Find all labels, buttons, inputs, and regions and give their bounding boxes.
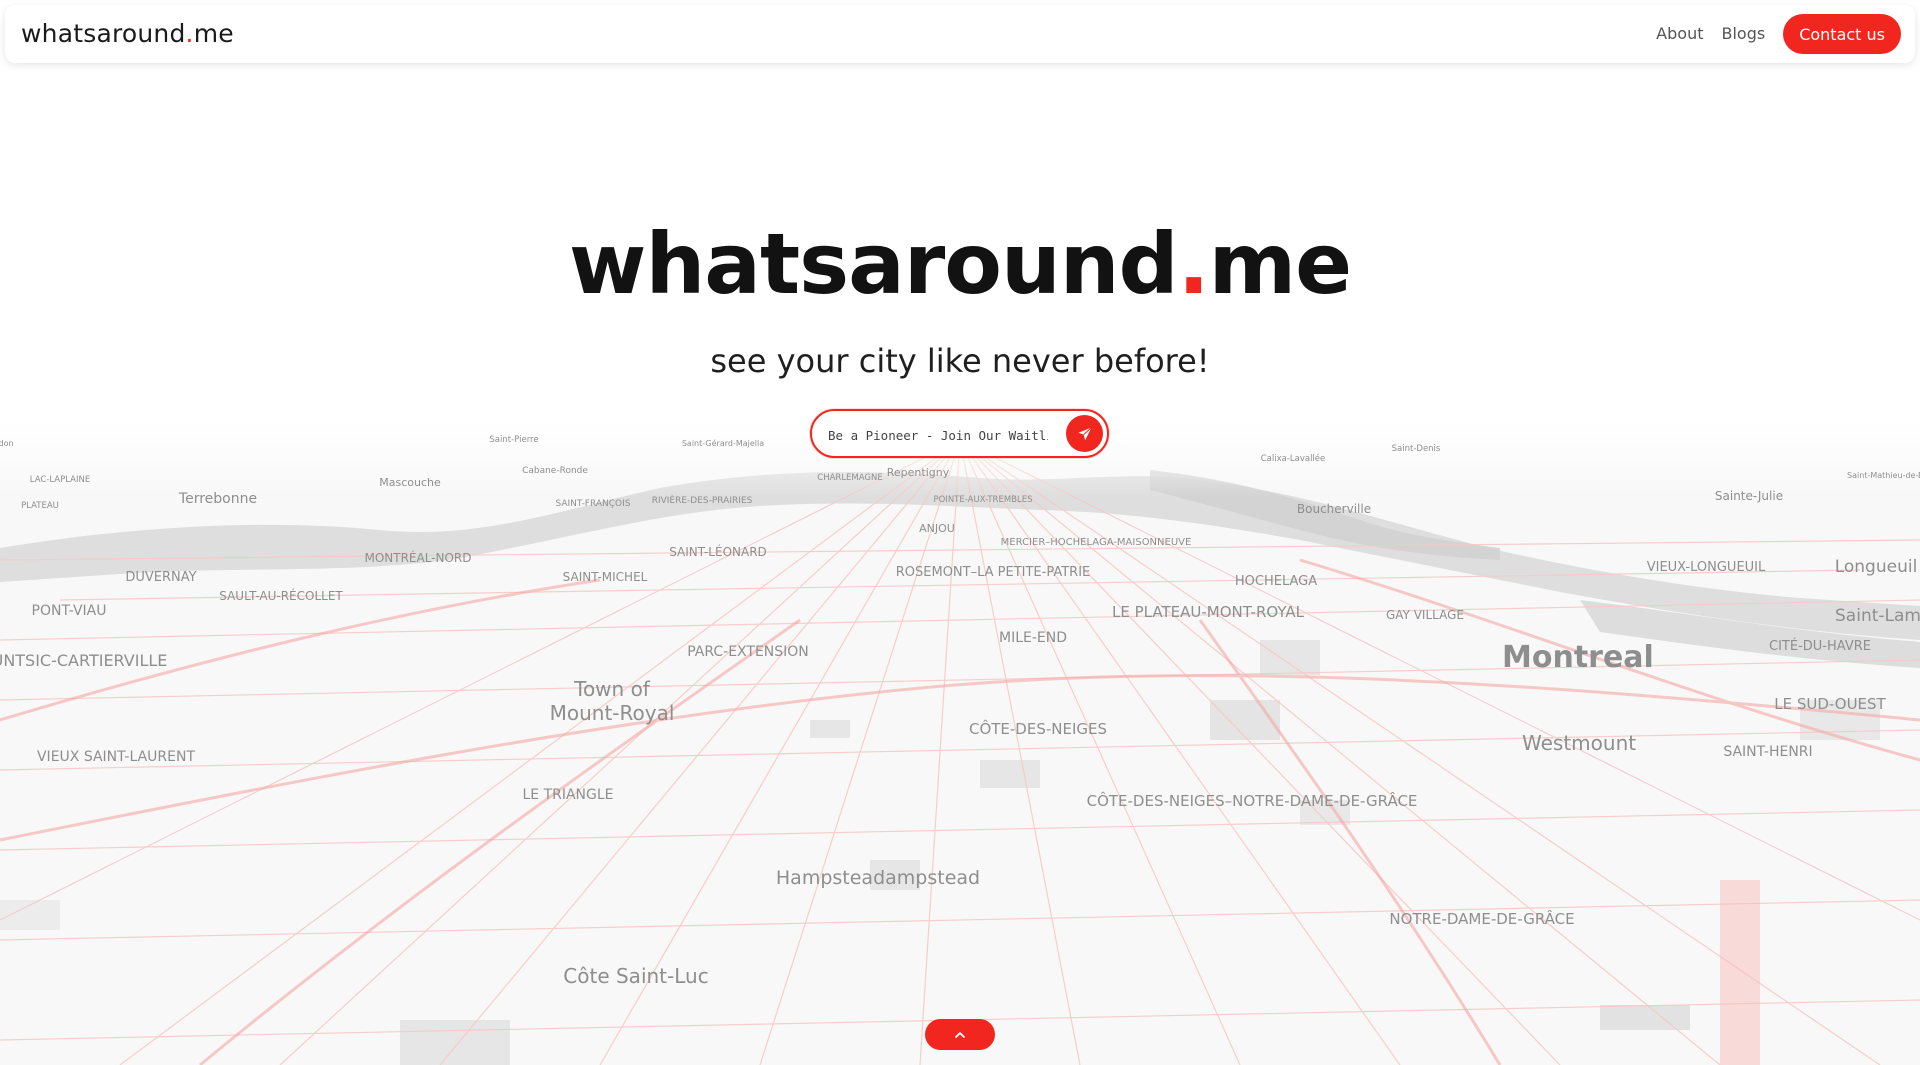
map-label-hochelaga: HOCHELAGA: [1235, 574, 1317, 589]
map-label-parc-extension: PARC-EXTENSION: [687, 644, 809, 660]
brand-tld: me: [193, 19, 234, 48]
hero-title-name: whatsaround: [568, 215, 1179, 313]
map-label-sault-au-recollet: SAULT-AU-RÉCOLLET: [219, 588, 343, 603]
send-icon: [1078, 426, 1092, 440]
city-map-background: Montreal Westmount Town of Mount-Royal C…: [0, 420, 1920, 1065]
map-label-saint-lambert: Saint-Lam: [1835, 606, 1920, 626]
map-label-longueuil: Longueuil: [1835, 557, 1918, 577]
map-label-mascouche: Mascouche: [379, 476, 441, 489]
map-label-cite-du-havre: CITÉ-DU-HAVRE: [1769, 638, 1871, 654]
city-map: Montreal Westmount Town of Mount-Royal C…: [0, 420, 1920, 1065]
top-navbar: whatsaround.me About Blogs Contact us: [5, 5, 1915, 63]
map-label-pointe-aux-trembles: POINTE-AUX-TREMBLES: [934, 495, 1033, 505]
map-label-town-of: Town of: [573, 677, 651, 701]
map-label-boucherville: Boucherville: [1297, 502, 1371, 516]
map-label-le-triangle: LE TRIANGLE: [522, 787, 613, 803]
map-label-anjou: ANJOU: [919, 522, 955, 535]
map-label-hampstead: Hampsteadampstead: [776, 867, 980, 889]
map-label-saint-mathieu: Saint-Mathieu-de-Beloeil: [1847, 471, 1920, 480]
map-label-saint-michel: SAINT-MICHEL: [563, 570, 648, 584]
map-label-pont-viau: PONT-VIAU: [32, 603, 107, 619]
map-label-lac-laplaine: LAC-LAPLAINE: [30, 475, 90, 485]
waitlist-email-input[interactable]: [826, 419, 1050, 451]
nav-about-link[interactable]: About: [1656, 14, 1703, 54]
nav-links: About Blogs Contact us: [1656, 14, 1901, 54]
brand-dot: .: [185, 19, 194, 48]
map-label-repentigny: Repentigny: [887, 466, 950, 479]
map-label-calixa-lavallee: Calixa-Lavallée: [1261, 453, 1326, 464]
map-label-notre-dame-de-grace: NOTRE-DAME-DE-GRÂCE: [1389, 909, 1574, 928]
map-label-montreal-nord: MONTRÉAL-NORD: [364, 550, 471, 565]
waitlist-submit-button[interactable]: [1066, 415, 1103, 452]
map-label-mile-end: MILE-END: [999, 630, 1067, 646]
scroll-toggle-button[interactable]: [925, 1019, 995, 1050]
map-label-saint-francois: SAINT-FRANÇOIS: [555, 499, 630, 509]
map-label-cdn-ndg: CÔTE-DES-NEIGES–NOTRE-DAME-DE-GRÂCE: [1087, 791, 1418, 810]
map-label-sainte-julie: Sainte-Julie: [1715, 489, 1783, 503]
hero-title-tld: me: [1208, 215, 1352, 313]
map-label-rosemont: ROSEMONT–LA PETITE-PATRIE: [896, 565, 1091, 580]
map-label-westmount: Westmount: [1522, 731, 1636, 755]
map-label-riviere-des-prairies: RIVIÈRE-DES-PRAIRIES: [652, 494, 753, 506]
hero-title: whatsaround.me: [0, 222, 1920, 306]
map-label-duvernay: DUVERNAY: [125, 570, 196, 585]
map-label-cabane-ronde: Cabane-Ronde: [522, 466, 588, 476]
map-label-montreal: Montreal: [1502, 640, 1654, 675]
map-label-don: don: [0, 439, 14, 448]
map-label-ahuntsic: AHUNTSIC-CARTIERVILLE: [0, 651, 167, 670]
map-label-mercier: MERCIER–HOCHELAGA-MAISONNEUVE: [1001, 537, 1192, 548]
map-label-saint-pierre: Saint-Pierre: [489, 435, 538, 445]
map-label-plateau: PLATEAU: [21, 501, 59, 511]
map-label-le-sud-ouest: LE SUD-OUEST: [1774, 695, 1886, 713]
map-label-cote-saint-luc: Côte Saint-Luc: [563, 964, 708, 988]
map-label-vieux-saint-laurent: VIEUX SAINT-LAURENT: [37, 749, 195, 765]
map-label-saint-denis: Saint-Denis: [1392, 444, 1441, 454]
nav-blogs-link[interactable]: Blogs: [1721, 14, 1765, 54]
map-label-saint-henri: SAINT-HENRI: [1723, 744, 1812, 760]
map-label-cote-des-neiges: CÔTE-DES-NEIGES: [969, 719, 1107, 738]
chevron-up-icon: [955, 1031, 965, 1038]
map-label-saint-gerard: Saint-Gérard-Majella: [682, 438, 764, 448]
map-label-charlemagne: CHARLEMAGNE: [817, 473, 882, 483]
map-label-saint-leonard: SAINT-LÉONARD: [669, 544, 767, 559]
map-label-mount-royal: Mount-Royal: [550, 701, 675, 725]
hero-title-dot: .: [1177, 215, 1210, 313]
map-label-gay-village: GAY VILLAGE: [1386, 608, 1464, 622]
brand-logo-link[interactable]: whatsaround.me: [21, 19, 234, 48]
map-label-plateau-mont-royal: LE PLATEAU-MONT-ROYAL: [1112, 603, 1305, 621]
map-label-vieux-longueuil: VIEUX-LONGUEUIL: [1647, 560, 1766, 575]
brand-name: whatsaround: [21, 19, 186, 48]
contact-us-button[interactable]: Contact us: [1783, 14, 1901, 54]
waitlist-form: [810, 409, 1109, 458]
map-label-terrebonne: Terrebonne: [178, 491, 257, 507]
hero-tagline: see your city like never before!: [710, 342, 1210, 380]
